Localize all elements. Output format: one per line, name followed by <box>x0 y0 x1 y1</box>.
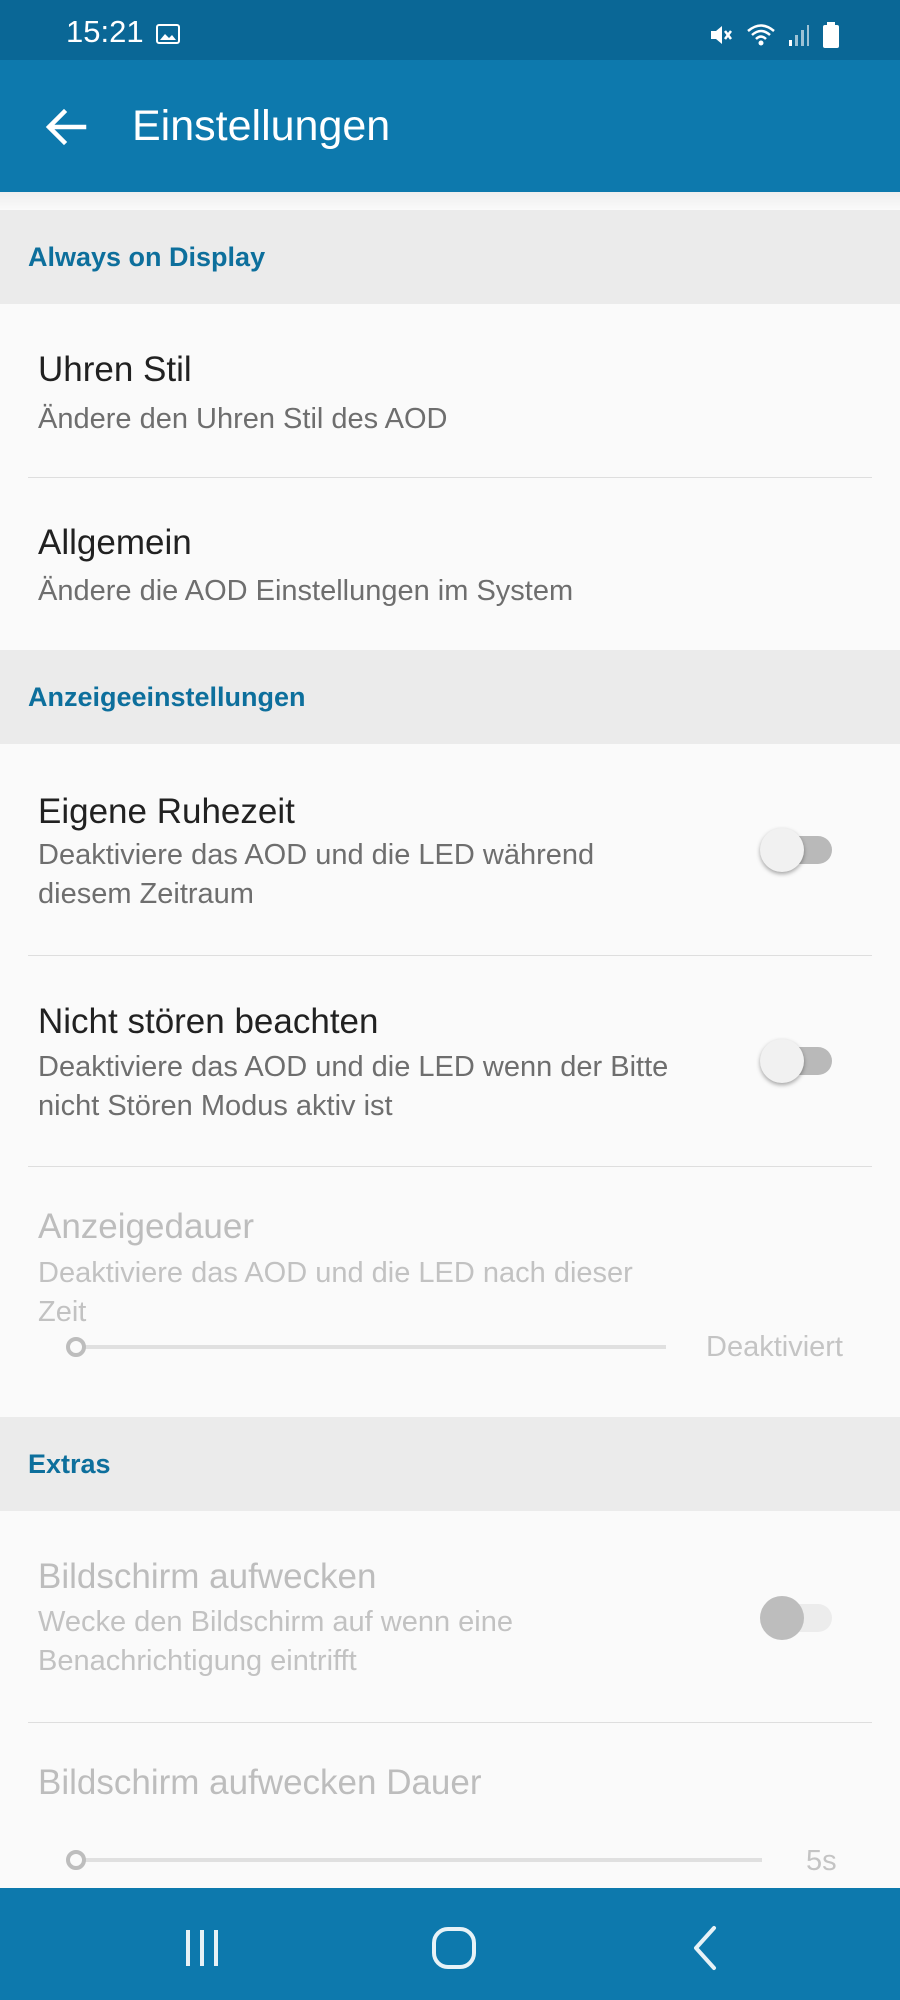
status-bar: 15:21 <box>0 0 900 60</box>
section-title: Anzeigeeinstellungen <box>28 682 306 712</box>
setting-clock-style[interactable]: Uhren Stil Ändere den Uhren Stil des AOD <box>0 304 900 476</box>
toggle-thumb <box>760 1596 804 1640</box>
toggle-thumb <box>760 1039 804 1083</box>
section-title: Extras <box>28 1449 111 1479</box>
mute-icon <box>711 26 732 44</box>
setting-subtitle: Deaktiviere das AOD und die LED nach die… <box>38 1257 633 1328</box>
page-title: Einstellungen <box>132 102 391 150</box>
setting-title: Bildschirm aufwecken <box>38 1557 377 1596</box>
wifi-icon <box>747 24 775 46</box>
setting-title: Allgemein <box>38 523 192 562</box>
navigation-bar <box>0 1888 900 2000</box>
setting-title: Anzeigedauer <box>38 1207 254 1246</box>
image-icon <box>156 24 180 44</box>
setting-general[interactable]: Allgemein Ändere die AOD Einstellungen i… <box>0 478 900 650</box>
display-duration-slider[interactable] <box>66 1337 668 1357</box>
setting-title: Nicht stören beachten <box>38 1002 379 1041</box>
appbar-shadow <box>0 192 900 210</box>
app-bar: Einstellungen <box>0 60 900 192</box>
setting-title: Bildschirm aufwecken Dauer <box>38 1763 482 1802</box>
setting-wake-duration[interactable]: Bildschirm aufwecken Dauer 5s <box>0 1723 900 1888</box>
slider-value: 5s <box>806 1845 837 1877</box>
slider-track <box>76 1858 762 1862</box>
section-header-extras: Extras <box>0 1417 900 1511</box>
status-time: 15:21 <box>66 14 144 49</box>
slider-track <box>76 1345 666 1349</box>
recent-apps-icon[interactable] <box>172 1918 232 1978</box>
signal-icon <box>789 25 809 46</box>
setting-subtitle: Deaktiviere das AOD und die LED wenn der… <box>38 1051 669 1122</box>
slider-thumb[interactable] <box>66 1850 86 1870</box>
back-icon[interactable] <box>676 1918 736 1978</box>
setting-wake-screen[interactable]: Bildschirm aufwecken Wecke den Bildschir… <box>0 1511 900 1721</box>
home-icon[interactable] <box>424 1918 484 1978</box>
dnd-toggle[interactable] <box>760 1039 838 1083</box>
setting-subtitle: Deaktiviere das AOD und die LED während … <box>38 839 595 910</box>
toggle-thumb <box>760 828 804 872</box>
section-title: Always on Display <box>28 242 266 272</box>
slider-value: Deaktiviert <box>706 1331 843 1363</box>
slider-thumb[interactable] <box>66 1337 86 1357</box>
section-header-display: Anzeigeeinstellungen <box>0 650 900 744</box>
wake-duration-slider[interactable] <box>66 1850 762 1870</box>
arrow-back-icon[interactable] <box>40 102 90 152</box>
setting-subtitle: Ändere den Uhren Stil des AOD <box>38 403 448 435</box>
section-header-aod: Always on Display <box>0 210 900 304</box>
system-icons <box>708 20 840 50</box>
setting-subtitle: Ändere die AOD Einstellungen im System <box>38 575 574 607</box>
setting-quiet-time[interactable]: Eigene Ruhezeit Deaktiviere das AOD und … <box>0 744 900 954</box>
wake-screen-toggle[interactable] <box>760 1596 838 1640</box>
setting-dnd[interactable]: Nicht stören beachten Deaktiviere das AO… <box>0 956 900 1166</box>
setting-title: Uhren Stil <box>38 350 192 389</box>
quiet-time-toggle[interactable] <box>760 828 838 872</box>
setting-subtitle: Wecke den Bildschirm auf wenn eine Benac… <box>38 1606 513 1677</box>
battery-icon <box>823 22 839 48</box>
setting-display-duration[interactable]: Anzeigedauer Deaktiviere das AOD und die… <box>0 1167 900 1417</box>
setting-title: Eigene Ruhezeit <box>38 792 295 831</box>
